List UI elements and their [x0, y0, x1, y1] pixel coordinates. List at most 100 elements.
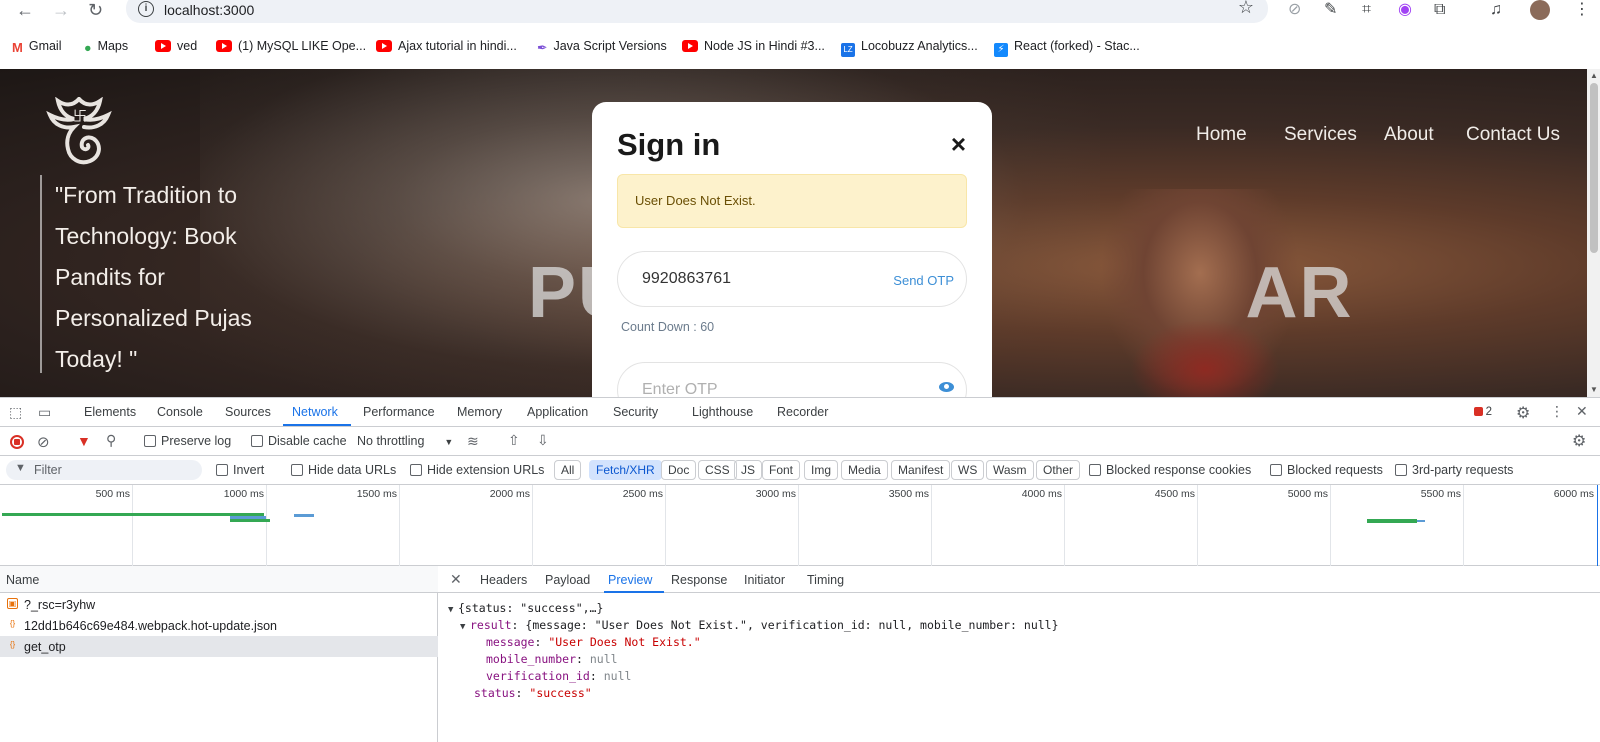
checkbox[interactable] — [410, 464, 422, 476]
type-all[interactable]: All — [554, 460, 582, 480]
checkbox[interactable] — [1089, 464, 1101, 476]
timeline-request-bar — [230, 519, 270, 522]
page-scrollbar[interactable]: ▲ ▼ — [1587, 69, 1600, 397]
filter-placeholder[interactable]: Filter — [34, 463, 62, 477]
type-font[interactable]: Font — [762, 460, 801, 480]
fetch-icon: ▣ — [7, 598, 18, 609]
type-js[interactable]: JS — [734, 460, 763, 480]
otp-input[interactable]: Enter OTP — [617, 362, 967, 397]
preview-root[interactable]: ▼ {status: "success",…} — [448, 601, 603, 615]
tab-console[interactable]: Console — [157, 405, 203, 419]
request-name[interactable]: ?_rsc=r3yhw — [24, 598, 95, 612]
preview-message: message: "User Does Not Exist." — [486, 635, 701, 649]
blocked-response-cookies-checkbox[interactable]: Blocked response cookies — [1089, 463, 1251, 477]
import-har-icon[interactable]: ⇧ — [508, 432, 520, 449]
tab-preview[interactable]: Preview — [608, 573, 652, 587]
phone-value[interactable]: 9920863761 — [642, 270, 731, 288]
expand-triangle-icon[interactable]: ▼ — [448, 605, 458, 615]
export-har-icon[interactable]: ⇩ — [537, 432, 549, 449]
type-wasm[interactable]: Wasm — [986, 460, 1034, 480]
table-row[interactable]: {} 12dd1b646c69e484.webpack.hot-update.j… — [0, 615, 438, 636]
search-icon[interactable]: ⚲ — [106, 432, 116, 449]
third-party-requests-checkbox[interactable]: 3rd-party requests — [1395, 463, 1513, 477]
blocked-requests-checkbox[interactable]: Blocked requests — [1270, 463, 1383, 477]
hide-data-urls-checkbox[interactable]: Hide data URLs — [291, 463, 396, 477]
inspect-element-icon[interactable]: ⬚ — [9, 404, 22, 421]
scroll-down-icon[interactable]: ▼ — [1590, 385, 1598, 394]
table-row[interactable]: ▣ ?_rsc=r3yhw — [0, 594, 438, 615]
request-list-header[interactable]: Name — [0, 566, 438, 593]
device-toolbar-icon[interactable]: ▭ — [38, 404, 51, 421]
scroll-up-icon[interactable]: ▲ — [1590, 71, 1598, 80]
tab-initiator[interactable]: Initiator — [744, 573, 785, 587]
active-tab-indicator — [283, 424, 351, 426]
tab-recorder[interactable]: Recorder — [777, 405, 828, 419]
type-img[interactable]: Img — [804, 460, 839, 480]
close-devtools-icon[interactable]: ✕ — [1576, 403, 1588, 420]
clear-icon[interactable]: ⊘ — [37, 433, 50, 451]
filter-input[interactable]: ▼ Filter — [6, 460, 202, 480]
network-conditions-icon[interactable]: ≋ — [467, 433, 479, 450]
type-media[interactable]: Media — [841, 460, 888, 480]
request-name[interactable]: get_otp — [24, 640, 66, 654]
throttling-select[interactable]: No throttling ▼ — [357, 434, 453, 448]
timeline-tick: 3000 ms — [755, 488, 796, 500]
tab-payload[interactable]: Payload — [545, 573, 590, 587]
tab-timing[interactable]: Timing — [807, 573, 844, 587]
checkbox[interactable] — [144, 435, 156, 447]
type-css[interactable]: CSS — [698, 460, 737, 480]
name-column-header[interactable]: Name — [6, 573, 39, 587]
otp-placeholder[interactable]: Enter OTP — [642, 381, 718, 397]
checkbox[interactable] — [1395, 464, 1407, 476]
checkbox[interactable] — [291, 464, 303, 476]
preview-mobile-number: mobile_number: null — [486, 652, 618, 666]
active-detail-tab-indicator — [604, 591, 664, 593]
type-ws[interactable]: WS — [951, 460, 985, 480]
send-otp-button[interactable]: Send OTP — [893, 273, 954, 288]
result-key: result — [470, 618, 512, 632]
tab-headers[interactable]: Headers — [480, 573, 527, 587]
table-row[interactable]: {} get_otp — [0, 636, 438, 657]
network-settings-gear-icon[interactable]: ⚙ — [1572, 431, 1586, 451]
timeline-gridline — [1330, 485, 1331, 566]
request-name[interactable]: 12dd1b646c69e484.webpack.hot-update.json — [24, 619, 277, 633]
tab-response[interactable]: Response — [671, 573, 727, 587]
timeline-gridline — [266, 485, 267, 566]
type-other[interactable]: Other — [1036, 460, 1081, 480]
tab-lighthouse[interactable]: Lighthouse — [692, 405, 753, 419]
checkbox[interactable] — [216, 464, 228, 476]
invert-checkbox[interactable]: Invert — [216, 463, 264, 477]
more-options-icon[interactable]: ⋮ — [1550, 403, 1564, 420]
close-detail-icon[interactable]: ✕ — [450, 571, 462, 588]
tab-network[interactable]: Network — [292, 405, 338, 419]
expand-triangle-icon[interactable]: ▼ — [460, 622, 470, 632]
checkbox[interactable] — [251, 435, 263, 447]
timeline-tick: 500 ms — [95, 488, 130, 500]
hide-extension-urls-checkbox[interactable]: Hide extension URLs — [410, 463, 544, 477]
timeline-tick: 2000 ms — [489, 488, 530, 500]
tab-elements[interactable]: Elements — [84, 405, 136, 419]
tab-memory[interactable]: Memory — [457, 405, 502, 419]
network-timeline-overview[interactable]: 500 ms 1000 ms 1500 ms 2000 ms 2500 ms 3… — [0, 485, 1600, 566]
disable-cache-checkbox[interactable]: Disable cache — [251, 434, 347, 448]
type-manifest[interactable]: Manifest — [891, 460, 951, 480]
tab-performance[interactable]: Performance — [363, 405, 435, 419]
type-doc[interactable]: Doc — [661, 460, 697, 480]
tab-application[interactable]: Application — [527, 405, 588, 419]
issues-badge[interactable]: 2 — [1473, 406, 1492, 418]
checkbox[interactable] — [1270, 464, 1282, 476]
preview-result[interactable]: ▼ result: {message: "User Does Not Exist.… — [460, 618, 1059, 632]
record-icon[interactable] — [10, 435, 24, 449]
phone-input[interactable]: 9920863761 Send OTP — [617, 251, 967, 307]
close-icon[interactable]: × — [951, 131, 966, 157]
timeline-tick: 6000 ms — [1553, 488, 1594, 500]
eye-icon[interactable] — [939, 382, 954, 392]
tab-sources[interactable]: Sources — [225, 405, 271, 419]
chevron-down-icon: ▼ — [444, 437, 454, 447]
settings-gear-icon[interactable]: ⚙ — [1516, 403, 1530, 423]
type-fetch-xhr[interactable]: Fetch/XHR — [589, 460, 662, 480]
tab-security[interactable]: Security — [613, 405, 658, 419]
scroll-thumb[interactable] — [1590, 83, 1598, 253]
preserve-log-checkbox[interactable]: Preserve log — [144, 434, 231, 448]
filter-funnel-icon[interactable]: ▼ — [77, 433, 91, 449]
